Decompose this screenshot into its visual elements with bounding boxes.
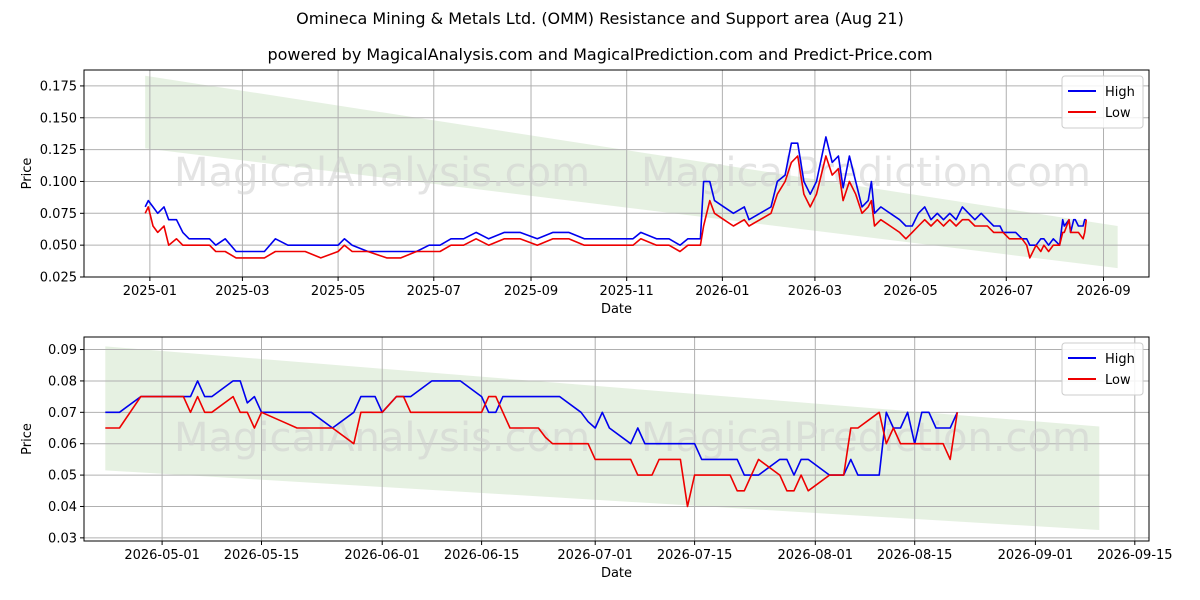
- legend-box: [1061, 342, 1144, 396]
- x-tick-label: 2026-08-01: [778, 548, 854, 563]
- legend-label-low: Low: [1105, 373, 1131, 388]
- x-tick-label: 2026-06-01: [344, 548, 420, 563]
- y-tick-label: 0.09: [48, 343, 77, 358]
- x-tick-label: 2026-07-15: [657, 548, 733, 563]
- legend-label-high: High: [1105, 352, 1135, 367]
- y-tick-label: 0.04: [48, 500, 77, 515]
- y-tick-label: 0.05: [48, 469, 77, 484]
- y-tick-label: 0.06: [48, 437, 77, 452]
- y-axis-label: Price: [20, 423, 35, 455]
- y-tick-label: 0.07: [48, 406, 77, 421]
- y-tick-label: 0.03: [48, 531, 77, 546]
- x-tick-label: 2026-08-15: [877, 548, 953, 563]
- x-tick-label: 2026-09-15: [1097, 548, 1173, 563]
- x-tick-label: 2026-05-15: [224, 548, 300, 563]
- x-tick-label: 2026-09-01: [998, 548, 1074, 563]
- x-tick-label: 2026-05-01: [124, 548, 200, 563]
- y-tick-label: 0.08: [48, 374, 77, 389]
- x-tick-label: 2026-06-15: [444, 548, 520, 563]
- legend: High Low: [1061, 342, 1144, 396]
- x-tick-label: 2026-07-01: [557, 548, 633, 563]
- x-axis-label: Date: [601, 566, 632, 581]
- chart-bottom: 2026-05-01 2026-05-15 2026-06-01 2026-06-15…: [20, 336, 1173, 581]
